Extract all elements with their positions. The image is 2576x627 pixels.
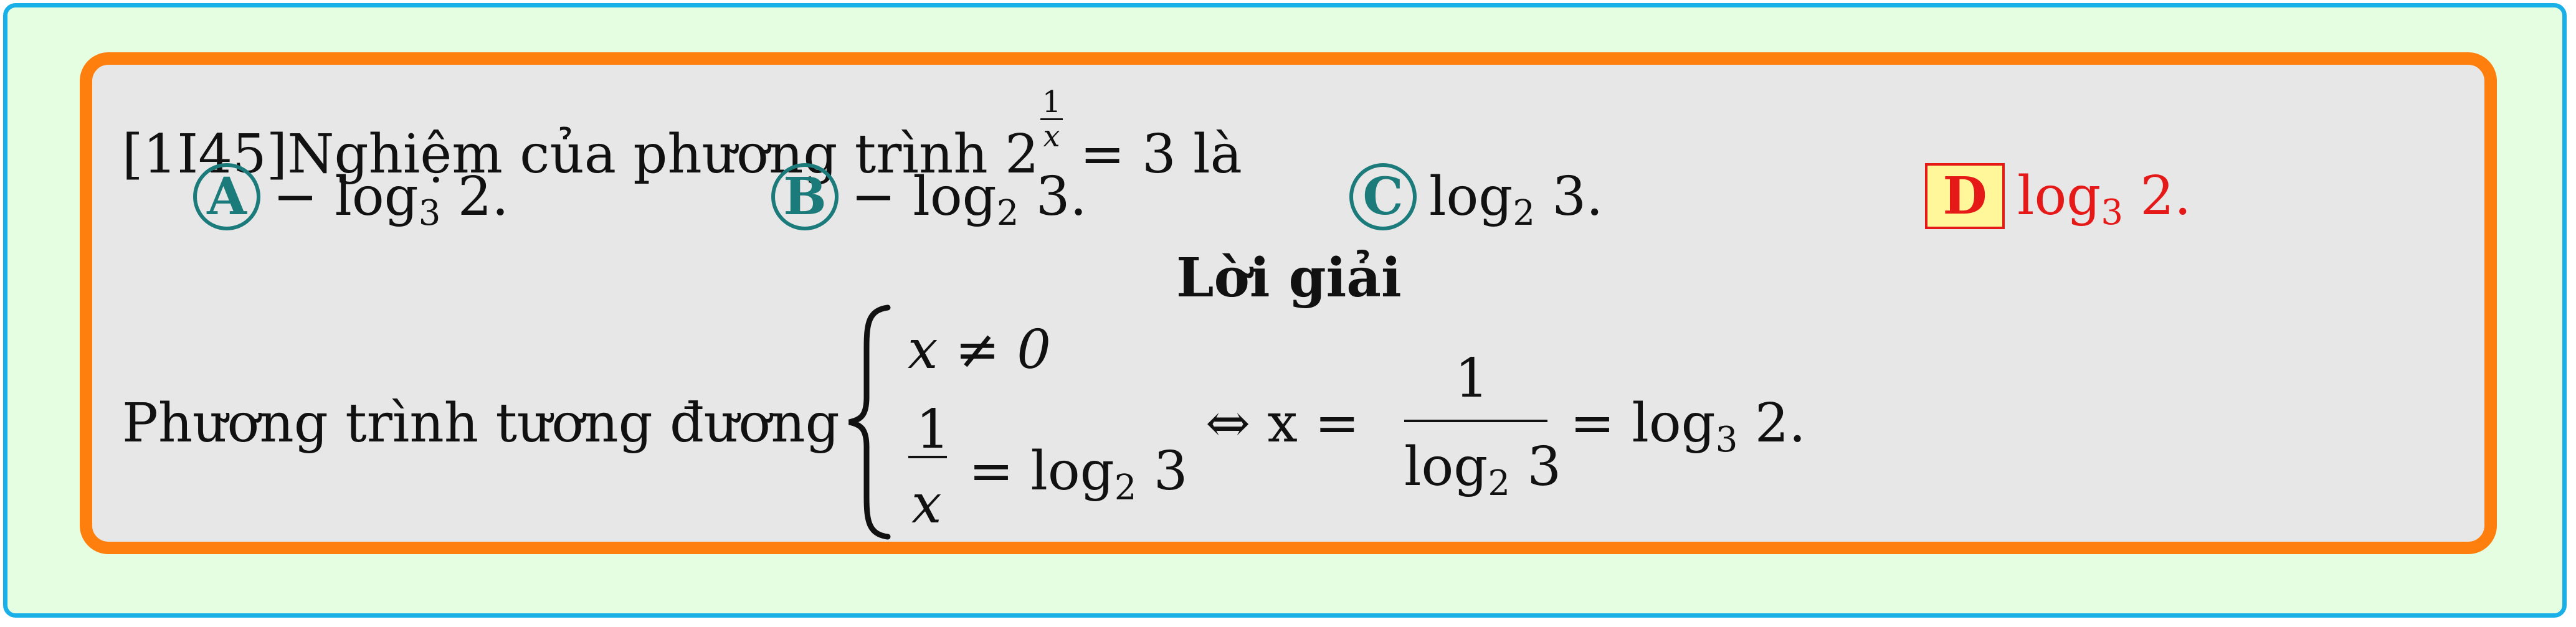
option-a-label: A [193,163,260,230]
case-2-denominator: x [911,473,942,535]
option-c-expression: log2 3. [1429,166,1604,233]
exponent-denominator: x [1043,119,1060,154]
case-2-fraction-bar [908,456,947,458]
option-a[interactable]: A − log3 2. [193,163,509,233]
option-d-label: D [1925,163,2005,229]
option-b-label: B [771,163,839,230]
result-fraction-denominator: log2 3 [1404,436,1562,504]
option-c[interactable]: Clog2 3. [1349,163,1604,233]
case-2-numerator: 1 [916,398,950,461]
option-b-expression: − log2 3. [851,166,1087,233]
option-c-label: C [1349,163,1417,230]
left-brace [848,304,891,540]
exponent-numerator: 1 [1040,87,1063,120]
option-b[interactable]: B − log2 3. [771,163,1087,233]
solution-intro: Phương trình tương đương [122,392,840,455]
option-d-correct[interactable]: Dlog3 2. [1925,163,2192,233]
result-fraction-numerator: 1 [1455,347,1489,410]
case-2-rhs: = log2 3 [969,440,1188,508]
result-fraction-bar [1404,420,1547,422]
question-rhs: = 3 là [1063,123,1242,186]
final-result: = log3 2. [1570,392,1806,460]
exponent-fraction: 1x [1040,87,1063,151]
solution-title: Lời giải [1176,247,1402,309]
option-a-expression: − log3 2. [273,166,509,233]
equivalence-step: ⇔ x = [1205,392,1360,455]
system-case-1: x ≠ 0 [908,319,1051,381]
option-d-expression: log3 2. [2017,165,2192,233]
